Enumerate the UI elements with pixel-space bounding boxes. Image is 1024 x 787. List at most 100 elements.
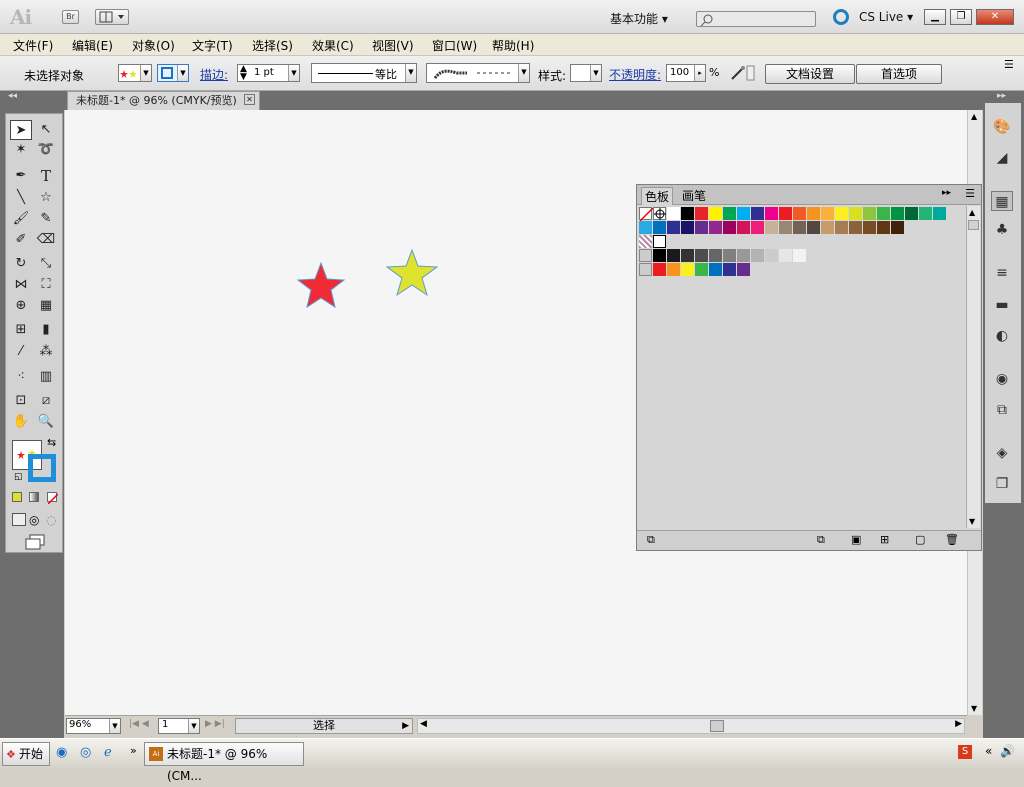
menu-window[interactable]: 窗口(W) [432,37,477,54]
perspective-grid-tool-icon[interactable]: ▦ [35,296,57,316]
color-swatch[interactable] [891,221,904,234]
scroll-right-icon[interactable]: ▶ [955,719,962,729]
shape-builder-tool-icon[interactable]: ⊕ [10,296,32,316]
group-swatch[interactable] [723,263,736,276]
last-artboard-icon[interactable]: ▶ ▶| [205,719,225,729]
horizontal-scrollbar[interactable]: ◀ ▶ [417,718,965,734]
close-tab-icon[interactable]: ✕ [244,94,255,105]
color-swatch[interactable] [919,207,932,220]
color-swatch[interactable] [849,207,862,220]
appearance-panel-icon[interactable]: ◉ [991,369,1013,389]
help-search-input[interactable] [696,11,816,27]
document-setup-button[interactable]: 文档设置 [765,64,855,84]
artboards-panel-icon[interactable]: ❐ [991,474,1013,494]
color-swatch[interactable] [681,207,694,220]
type-tool-icon[interactable]: T [35,166,57,186]
menu-effect[interactable]: 效果(C) [312,37,354,54]
show-swatch-kinds-icon[interactable]: ⧉ [817,533,825,547]
fill-color-picker[interactable]: ▼ [118,64,152,82]
gradient-panel-icon[interactable]: ▬ [991,295,1013,315]
panel-menu-icon[interactable]: ☰ [965,187,975,200]
transparency-panel-icon[interactable]: ◐ [991,326,1013,346]
pencil-tool-icon[interactable]: ✎ [35,209,57,229]
color-swatch[interactable] [891,207,904,220]
group-swatch[interactable] [737,263,750,276]
blend-tool-icon[interactable]: ⁂ [35,342,57,362]
panel-menu-icon[interactable]: ☰ [1004,58,1014,71]
graph-tool-icon[interactable]: ▥ [35,367,57,387]
swatches-panel-icon[interactable]: ▦ [991,191,1013,211]
color-swatch[interactable] [723,207,736,220]
gradient-tool-icon[interactable]: ▮ [35,320,57,340]
scale-tool-icon[interactable]: ⤡ [35,254,57,274]
artboard-tool-icon[interactable]: ⊡ [10,391,32,411]
document-tab[interactable]: 未标题-1* @ 96% (CMYK/预览) ✕ [67,91,260,110]
gray-swatch[interactable] [751,249,764,262]
default-fill-stroke-icon[interactable]: ◱ [14,472,23,482]
variable-width-profile[interactable]: 等比 ▼ [311,63,417,83]
color-panel-icon[interactable]: 🎨 [991,117,1013,137]
eyedropper-tool-icon[interactable]: ⁄ [10,342,32,362]
swatch-libraries-icon[interactable]: ⧉ [647,533,655,547]
graphic-style-picker[interactable]: ▼ [570,64,602,82]
color-swatch[interactable] [779,221,792,234]
zoom-tool-icon[interactable]: 🔍 [35,412,57,432]
yellow-star[interactable] [385,248,439,297]
magic-wand-tool-icon[interactable]: ✶ [10,140,32,160]
group-swatch[interactable] [653,263,666,276]
draw-normal-icon[interactable] [12,513,26,526]
color-swatch[interactable] [667,221,680,234]
stepper-icon[interactable]: ▲ ▼ [240,65,247,82]
color-swatch[interactable] [737,207,750,220]
tab-swatches[interactable]: 色板 [641,187,674,205]
color-swatch[interactable] [877,207,890,220]
color-swatch[interactable] [737,221,750,234]
more-apps-icon[interactable]: » [130,744,137,757]
color-swatch[interactable] [639,221,652,234]
restore-button[interactable]: ❐ [950,9,972,25]
draw-behind-icon[interactable]: ◎ [29,513,43,527]
screen-mode-icon[interactable] [24,534,46,550]
line-tool-icon[interactable]: ╲ [10,188,32,208]
swatch-registration[interactable] [653,207,666,220]
group-swatch[interactable] [681,263,694,276]
first-artboard-icon[interactable]: |◀ ◀ [129,719,149,729]
color-swatch[interactable] [877,221,890,234]
artboard-number-field[interactable]: 1 ▼ [158,718,200,734]
hand-tool-icon[interactable]: ✋ [10,412,32,432]
color-swatch[interactable] [765,221,778,234]
opacity-label-link[interactable]: 不透明度: [609,66,661,83]
group-swatch[interactable] [709,263,722,276]
color-swatch[interactable] [695,221,708,234]
menu-edit[interactable]: 编辑(E) [72,37,113,54]
delete-swatch-icon[interactable]: 🗑 [945,533,959,546]
rotate-tool-icon[interactable]: ↻ [10,254,32,274]
color-swatch[interactable] [779,207,792,220]
menu-object[interactable]: 对象(O) [132,37,175,54]
selection-tool-icon[interactable]: ➤ [10,120,32,140]
color-swatch[interactable] [835,221,848,234]
gray-swatch[interactable] [737,249,750,262]
stroke-panel-icon[interactable]: ≡ [991,263,1013,283]
new-color-group-icon[interactable]: ⊞ [880,533,889,546]
menu-help[interactable]: 帮助(H) [492,37,534,54]
scroll-up-icon[interactable]: ▲ [971,112,977,121]
collapse-panel-icon[interactable]: ▸▸ [942,188,951,198]
start-button[interactable]: ❖ 开始 [2,742,50,766]
gray-swatch[interactable] [709,249,722,262]
menu-view[interactable]: 视图(V) [372,37,414,54]
red-star[interactable] [296,261,346,309]
color-swatch[interactable] [765,207,778,220]
menu-select[interactable]: 选择(S) [252,37,293,54]
tab-brushes[interactable]: 画笔 [679,187,709,204]
expand-icon[interactable]: ▸▸ [997,91,1006,101]
gray-swatch[interactable] [695,249,708,262]
gradient-mode-button[interactable] [29,492,39,502]
close-button[interactable]: ✕ [976,9,1014,25]
color-swatch[interactable] [863,221,876,234]
color-swatch[interactable] [905,207,918,220]
menu-file[interactable]: 文件(F) [13,37,53,54]
bridge-button[interactable]: Br [62,10,79,24]
group-swatch[interactable] [695,263,708,276]
color-mode-button[interactable] [12,492,22,502]
